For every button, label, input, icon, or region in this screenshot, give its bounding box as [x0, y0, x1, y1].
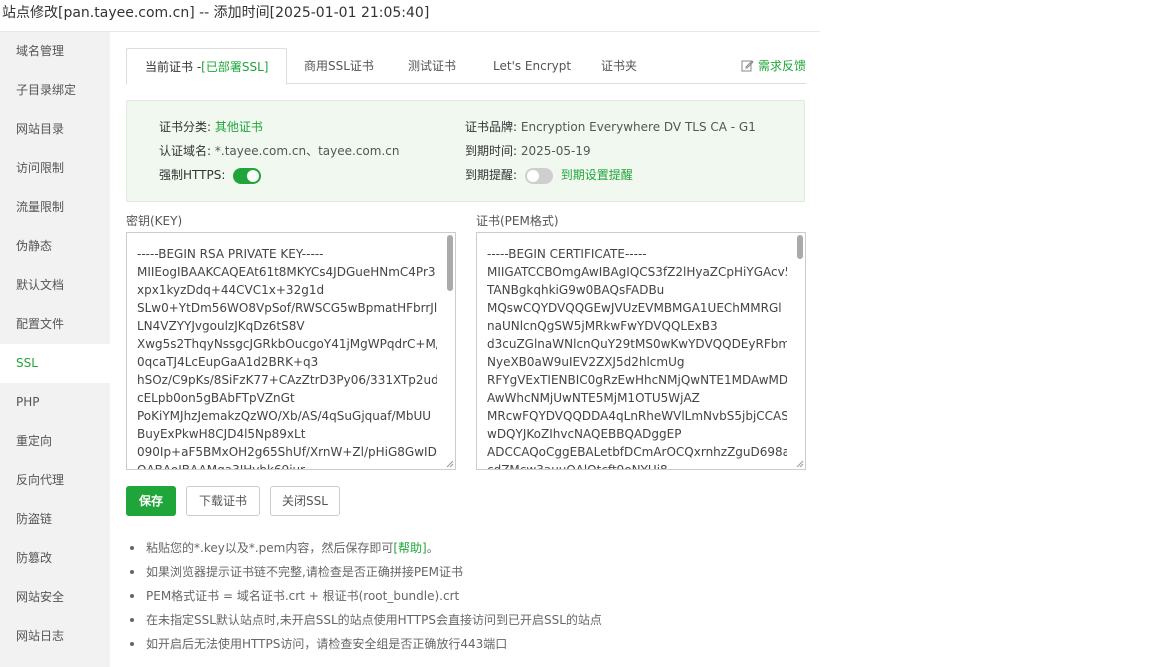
expire-reminder-label: 到期提醒: — [465, 168, 518, 182]
toggle-knob — [247, 169, 260, 182]
certificate-content: -----BEGIN CERTIFICATE----- MIIGATCCBOmg… — [487, 247, 787, 470]
key-scrollbar[interactable] — [447, 235, 453, 469]
cert-category-label: 证书分类: — [159, 120, 212, 134]
sidebar-item-access-limit[interactable]: 访问限制 — [0, 149, 110, 188]
sidebar-item-traffic-limit[interactable]: 流量限制 — [0, 188, 110, 227]
sidebar-item-subdir-binding[interactable]: 子目录绑定 — [0, 71, 110, 110]
toggle-knob — [526, 169, 539, 182]
tip-item: PEM格式证书 = 域名证书.crt + 根证书(root_bundle).cr… — [126, 584, 806, 608]
sidebar-item-config-file[interactable]: 配置文件 — [0, 305, 110, 344]
help-link[interactable]: [帮助] — [393, 541, 426, 555]
ssl-deployed-status: [已部署SSL] — [201, 60, 269, 74]
force-https-toggle[interactable] — [233, 167, 262, 184]
feedback-link[interactable]: 需求反馈 — [741, 48, 806, 84]
cert-expire-value: 2025-05-19 — [520, 144, 591, 158]
sidebar-item-php[interactable]: PHP — [0, 383, 110, 422]
tip-text: 粘贴您的*.key以及*.pem内容，然后保存即可 — [146, 541, 394, 555]
cert-domain-label: 认证域名: — [159, 144, 212, 158]
dialog-titlebar: 站点修改[pan.tayee.com.cn] -- 添加时间[2025-01-0… — [0, 0, 820, 32]
tip-end: 。 — [426, 541, 439, 555]
tab-current-cert[interactable]: 当前证书 -[已部署SSL] — [126, 48, 288, 85]
sidebar-item-reverse-proxy[interactable]: 反向代理 — [0, 461, 110, 500]
tip-item: 如开启后无法使用HTTPS访问，请检查安全组是否正确放行443端口 — [126, 632, 806, 656]
private-key-content: -----BEGIN RSA PRIVATE KEY----- MIIEogIB… — [137, 247, 437, 470]
cert-category-row: 证书分类: 其他证书 — [159, 117, 263, 137]
download-cert-button[interactable]: 下载证书 — [186, 486, 260, 516]
sidebar-item-domain[interactable]: 域名管理 — [0, 32, 110, 71]
ssl-tabs: 当前证书 -[已部署SSL] 商用SSL证书 测试证书 Let's Encryp… — [126, 48, 806, 85]
sidebar-item-rewrite[interactable]: 伪静态 — [0, 227, 110, 266]
cert-expire-label: 到期时间: — [465, 144, 518, 158]
dialog-title: 站点修改[pan.tayee.com.cn] -- 添加时间[2025-01-0… — [2, 5, 430, 21]
ssl-settings-dialog: 站点修改[pan.tayee.com.cn] -- 添加时间[2025-01-0… — [0, 0, 1152, 667]
ssl-tips-list: 粘贴您的*.key以及*.pem内容，然后保存即可[帮助]。 如果浏览器提示证书… — [126, 536, 806, 656]
tip-item: 在未指定SSL默认站点时,未开启SSL的站点使用HTTPS会直接访问到已开启SS… — [126, 608, 806, 632]
feedback-label: 需求反馈 — [757, 59, 806, 73]
cert-domain-row: 认证域名: *.tayee.com.cn、tayee.com.cn — [159, 141, 399, 161]
sidebar-item-site-security[interactable]: 网站安全 — [0, 578, 110, 617]
force-https-row: 强制HTTPS: — [159, 165, 262, 185]
sidebar-item-site-logs[interactable]: 网站日志 — [0, 617, 110, 656]
resize-grip-icon[interactable] — [796, 460, 804, 468]
tab-commercial-ssl[interactable]: 商用SSL证书 — [304, 48, 374, 84]
cert-scrollbar[interactable] — [797, 235, 803, 469]
sidebar-item-tamper-protection[interactable]: 防篡改 — [0, 539, 110, 578]
certificate-textarea[interactable]: -----BEGIN CERTIFICATE----- MIIGATCCBOmg… — [476, 232, 806, 470]
cert-field-label: 证书(PEM格式) — [476, 214, 559, 228]
site-settings-sidebar: 域名管理 子目录绑定 网站目录 访问限制 流量限制 伪静态 默认文档 配置文件 … — [0, 32, 110, 667]
sidebar-item-default-doc[interactable]: 默认文档 — [0, 266, 110, 305]
expire-reminder-row: 到期提醒: 到期设置提醒 — [465, 165, 633, 185]
cert-scroll-thumb[interactable] — [797, 235, 803, 259]
ssl-panel: 当前证书 -[已部署SSL] 商用SSL证书 测试证书 Let's Encryp… — [126, 32, 806, 667]
cert-brand-row: 证书品牌: Encryption Everywhere DV TLS CA - … — [465, 117, 756, 137]
key-field-label: 密钥(KEY) — [126, 214, 183, 228]
save-button[interactable]: 保存 — [126, 486, 176, 516]
edit-icon — [741, 60, 754, 72]
cert-brand-label: 证书品牌: — [465, 120, 518, 134]
tab-lets-encrypt[interactable]: Let's Encrypt — [493, 48, 571, 84]
tab-test-cert[interactable]: 测试证书 — [408, 48, 456, 84]
resize-grip-icon[interactable] — [446, 460, 454, 468]
expire-reminder-toggle[interactable] — [524, 167, 553, 184]
sidebar-item-ssl[interactable]: SSL — [0, 344, 110, 383]
tip-item: 粘贴您的*.key以及*.pem内容，然后保存即可[帮助]。 — [126, 536, 806, 560]
tab-current-cert-label: 当前证书 - — [145, 60, 202, 74]
private-key-textarea[interactable]: -----BEGIN RSA PRIVATE KEY----- MIIEogIB… — [126, 232, 456, 470]
sidebar-item-site-directory[interactable]: 网站目录 — [0, 110, 110, 149]
cert-domain-value: *.tayee.com.cn、tayee.com.cn — [214, 144, 400, 158]
cert-brand-value: Encryption Everywhere DV TLS CA - G1 — [520, 120, 756, 134]
sidebar-item-redirect[interactable]: 重定向 — [0, 422, 110, 461]
cert-expire-row: 到期时间: 2025-05-19 — [465, 141, 591, 161]
key-scroll-thumb[interactable] — [447, 235, 453, 291]
expire-reminder-link[interactable]: 到期设置提醒 — [561, 168, 633, 182]
tab-cert-folder[interactable]: 证书夹 — [601, 48, 637, 84]
cert-info-panel: 证书分类: 其他证书 认证域名: *.tayee.com.cn、tayee.co… — [126, 100, 805, 202]
cert-category-value: 其他证书 — [214, 120, 263, 134]
force-https-label: 强制HTTPS: — [159, 168, 226, 182]
tip-item: 如果浏览器提示证书链不完整,请检查是否正确拼接PEM证书 — [126, 560, 806, 584]
sidebar-item-hotlink-protection[interactable]: 防盗链 — [0, 500, 110, 539]
close-ssl-button[interactable]: 关闭SSL — [270, 486, 340, 516]
